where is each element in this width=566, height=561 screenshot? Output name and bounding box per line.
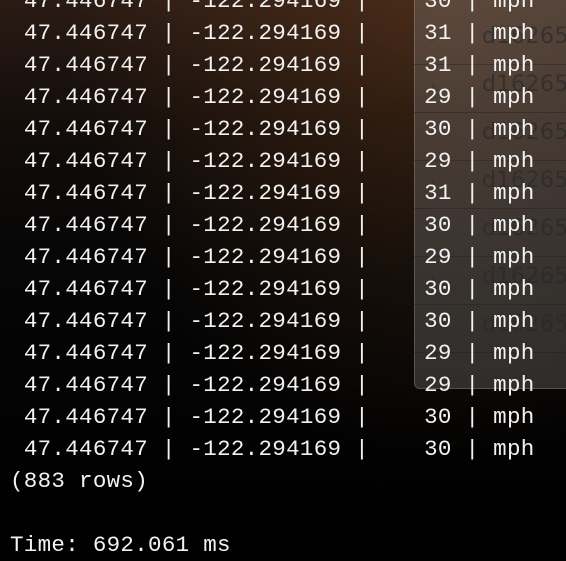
longitude-cell: -122.294169	[189, 84, 342, 110]
longitude-cell: -122.294169	[189, 212, 342, 238]
longitude-cell: -122.294169	[189, 372, 342, 398]
speed-cell: 29	[424, 372, 452, 398]
longitude-cell: -122.294169	[189, 436, 342, 462]
latitude-cell: 47.446747	[23, 180, 149, 206]
table-row: 47.446747 | -122.294169 | 29 | mph	[23, 84, 535, 110]
speed-cell: 29	[424, 148, 452, 174]
longitude-cell: -122.294169	[189, 308, 342, 334]
unit-cell: mph	[493, 372, 535, 398]
latitude-cell: 47.446747	[23, 84, 149, 110]
table-row: 47.446747 | -122.294169 | 31 | mph	[23, 180, 535, 206]
table-row: 47.446747 | -122.294169 | 30 | mph	[10, 0, 535, 17]
latitude-cell: 47.446747	[23, 340, 149, 366]
table-row: 47.446747 | -122.294169 | 30 | mph	[23, 404, 535, 430]
speed-cell: 30	[424, 308, 452, 334]
unit-cell: mph	[493, 276, 535, 302]
longitude-cell: -122.294169	[189, 20, 342, 46]
unit-cell: mph	[493, 148, 535, 174]
speed-cell: 31	[424, 20, 452, 46]
latitude-cell: 47.446747	[23, 148, 149, 174]
latitude-cell: 47.446747	[23, 276, 149, 302]
speed-cell: 30	[424, 212, 452, 238]
table-row: 47.446747 | -122.294169 | 29 | mph	[23, 372, 535, 398]
longitude-cell: -122.294169	[189, 180, 342, 206]
longitude-cell: -122.294169	[189, 0, 342, 14]
latitude-cell: 47.446747	[23, 308, 149, 334]
speed-cell: 30	[424, 0, 452, 14]
speed-cell: 31	[424, 52, 452, 78]
speed-cell: 29	[424, 84, 452, 110]
speed-cell: 30	[424, 436, 452, 462]
unit-cell: mph	[493, 0, 535, 14]
longitude-cell: -122.294169	[189, 244, 342, 270]
latitude-cell: 47.446747	[23, 372, 149, 398]
latitude-cell: 47.446747	[23, 244, 149, 270]
result-rows: 47.446747 | -122.294169 | 30 | mph 47.44…	[10, 0, 535, 465]
table-row: 47.446747 | -122.294169 | 31 | mph	[23, 52, 535, 78]
longitude-cell: -122.294169	[189, 340, 342, 366]
table-row: 47.446747 | -122.294169 | 30 | mph	[23, 212, 535, 238]
table-row: 47.446747 | -122.294169 | 30 | mph	[23, 276, 535, 302]
unit-cell: mph	[493, 244, 535, 270]
unit-cell: mph	[493, 404, 535, 430]
unit-cell: mph	[493, 116, 535, 142]
row-count: (883 rows)	[10, 468, 149, 494]
speed-cell: 30	[424, 404, 452, 430]
longitude-cell: -122.294169	[189, 52, 342, 78]
unit-cell: mph	[493, 84, 535, 110]
latitude-cell: 47.446747	[23, 212, 149, 238]
speed-cell: 31	[424, 180, 452, 206]
query-output: 47.446747 | -122.294169 | 30 | mph 47.44…	[10, 0, 535, 561]
latitude-cell: 47.446747	[23, 52, 149, 78]
latitude-cell: 47.446747	[23, 0, 149, 14]
latitude-cell: 47.446747	[23, 436, 149, 462]
table-row: 47.446747 | -122.294169 | 30 | mph	[23, 116, 535, 142]
speed-cell: 29	[424, 340, 452, 366]
speed-cell: 30	[424, 116, 452, 142]
table-row: 47.446747 | -122.294169 | 29 | mph	[23, 148, 535, 174]
query-time: Time: 692.061 ms	[10, 532, 231, 558]
unit-cell: mph	[493, 212, 535, 238]
longitude-cell: -122.294169	[189, 116, 342, 142]
table-row: 47.446747 | -122.294169 | 31 | mph	[23, 20, 535, 46]
table-row: 47.446747 | -122.294169 | 29 | mph	[23, 244, 535, 270]
unit-cell: mph	[493, 340, 535, 366]
longitude-cell: -122.294169	[189, 404, 342, 430]
longitude-cell: -122.294169	[189, 148, 342, 174]
table-row: 47.446747 | -122.294169 | 29 | mph	[23, 340, 535, 366]
latitude-cell: 47.446747	[23, 116, 149, 142]
unit-cell: mph	[493, 20, 535, 46]
latitude-cell: 47.446747	[23, 20, 149, 46]
speed-cell: 29	[424, 244, 452, 270]
unit-cell: mph	[493, 180, 535, 206]
unit-cell: mph	[493, 52, 535, 78]
terminal-window[interactable]: d16265 › d16265 › d16265 › d16265 › d16265 › d1626…	[0, 0, 566, 558]
table-row: 47.446747 | -122.294169 | 30 | mph	[23, 308, 535, 334]
longitude-cell: -122.294169	[189, 276, 342, 302]
unit-cell: mph	[493, 308, 535, 334]
latitude-cell: 47.446747	[23, 404, 149, 430]
speed-cell: 30	[424, 276, 452, 302]
unit-cell: mph	[493, 436, 535, 462]
table-row: 47.446747 | -122.294169 | 30 | mph	[23, 436, 535, 462]
